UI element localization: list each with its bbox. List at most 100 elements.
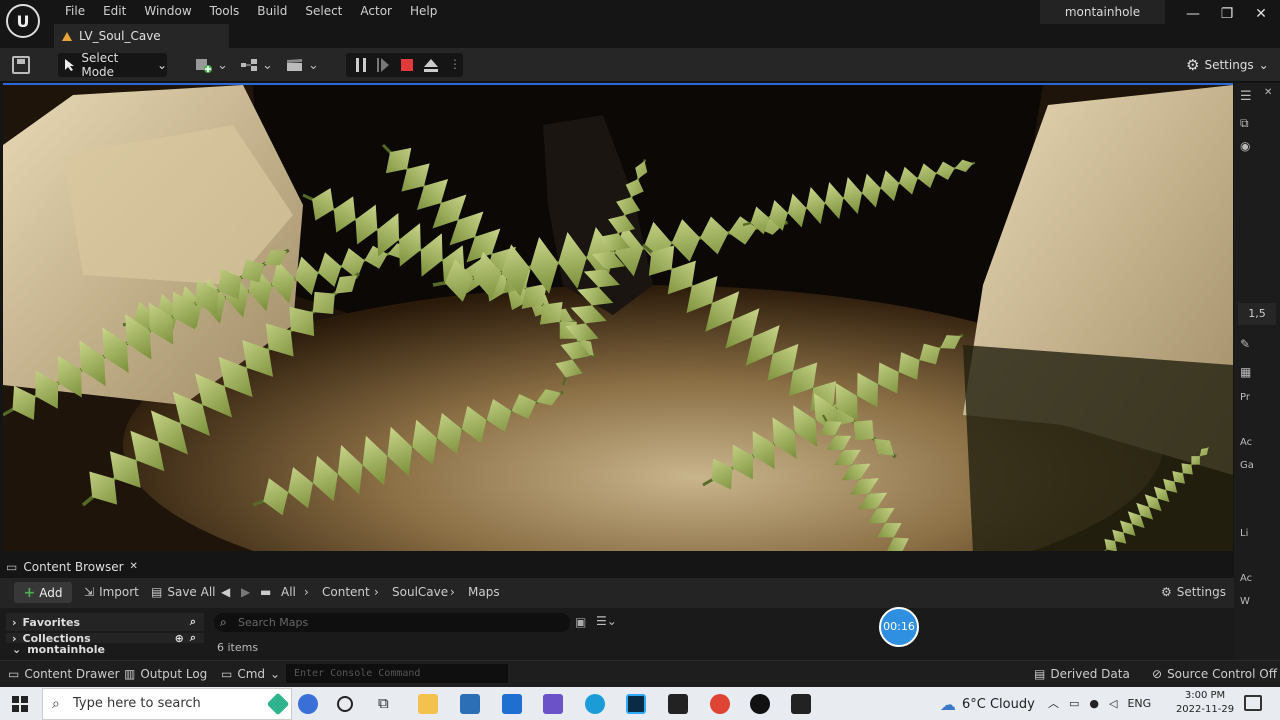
content-drawer-button[interactable]: ▭ Content Drawer [8,667,120,681]
console-command-input[interactable]: Enter Console Command [286,664,508,683]
project-folder-row[interactable]: ⌄ montainhole [6,643,204,656]
weather-widget[interactable]: ☁ 6°C Cloudy [940,695,1035,714]
menu-tools[interactable]: Tools [201,3,249,19]
section-label-pr[interactable]: Pr [1240,392,1250,403]
level-tab[interactable]: LV_Soul_Cave [54,24,229,48]
menu-window[interactable]: Window [135,3,200,19]
log-icon: ▥ [124,667,136,681]
minimize-button[interactable]: — [1178,4,1208,24]
source-control-button[interactable]: ⊘ Source Control Off [1152,667,1277,681]
taskbar-search-input[interactable]: Type here to search [42,688,292,720]
cmd-dropdown[interactable]: ▭ Cmd ⌄ [221,667,280,681]
chevron-right-icon: › [12,615,17,629]
search-maps-input[interactable]: Search Maps [214,613,570,632]
output-log-button[interactable]: ▥ Output Log [124,667,207,681]
save-icon[interactable] [12,56,30,74]
content-browser-tab[interactable]: ▭ Content Browser ✕ [6,555,138,578]
folder-icon: ▬ [260,585,272,599]
file-explorer-icon[interactable] [418,694,438,714]
list-icon[interactable]: ☰ [1240,89,1252,104]
step-icon[interactable] [376,57,390,73]
volume-icon[interactable]: ◁ [1109,697,1117,710]
cinematics-button[interactable]: ⌄ [286,56,326,74]
unreal-logo-icon[interactable]: U [6,4,40,38]
unreal-engine-icon[interactable] [750,694,770,714]
search-icon[interactable]: ⌕ [190,615,196,629]
section-label-ac[interactable]: Ac [1240,437,1252,448]
section-label-ga[interactable]: Ga [1240,460,1254,471]
menu-edit[interactable]: Edit [94,3,135,19]
maximize-button[interactable]: ❐ [1212,4,1242,24]
collections-section[interactable]: › Collections ⊕ ⌕ [6,631,204,645]
search-icon: ⌕ [52,696,60,712]
menu-help[interactable]: Help [401,3,446,19]
breadcrumb-content[interactable]: Content [322,585,370,599]
play-controls: ⋮ [346,53,463,77]
system-tray: ︿ ▭ ● ◁ ENG [1048,695,1151,711]
level-viewport[interactable] [3,83,1233,551]
notification-icon[interactable] [1244,695,1262,711]
close-icon[interactable]: ✕ [1264,87,1272,98]
cortana-icon[interactable] [337,696,353,712]
table-icon[interactable]: ▦ [1240,365,1251,379]
breadcrumb-soulcave[interactable]: SoulCave [392,585,448,599]
eject-icon[interactable] [423,57,439,73]
chevron-down-icon: ⌄ [262,57,273,73]
derived-data-button[interactable]: ▤ Derived Data [1034,667,1130,681]
mail-icon[interactable] [502,694,522,714]
language-indicator[interactable]: ENG [1127,697,1151,710]
section-label-ac2[interactable]: Ac [1240,573,1252,584]
brush-icon[interactable]: ✎ [1240,337,1250,351]
more-options-icon[interactable]: ⋮ [449,57,461,71]
outliner-details-panel: ☰ ✕ ⧉ ◉ 1,5 ✎ ▦ Pr Ac Ga Li Ac W [1234,83,1280,660]
epic-games-icon[interactable] [791,694,811,714]
gear-icon: ⚙ [1186,56,1200,74]
add-content-button[interactable]: ⌄ [195,56,235,74]
items-count: 6 items [217,641,259,654]
clock[interactable]: 3:00 PM 2022-11-29 [1170,689,1240,717]
toolbar-settings-button[interactable]: ⚙ Settings ⌄ [1186,56,1269,74]
windows-start-icon[interactable] [12,696,28,712]
network-icon[interactable]: ▭ [1069,697,1079,710]
favorites-section[interactable]: › Favorites ⌕ [6,613,204,631]
pause-icon[interactable] [354,57,368,73]
breadcrumb-all[interactable]: All [281,585,296,599]
back-icon[interactable]: ◀ [221,585,230,599]
weather-label: 6°C Cloudy [962,697,1035,712]
store-icon[interactable] [460,694,480,714]
forward-icon[interactable]: ▶ [241,585,250,599]
eye-icon[interactable]: ◉ [1240,139,1250,153]
app-icon-purple[interactable] [543,694,563,714]
menu-actor[interactable]: Actor [351,3,401,19]
photoshop-icon[interactable] [626,694,646,714]
task-view-icon[interactable]: ⧉ [378,694,389,712]
content-browser-settings-button[interactable]: ⚙ Settings [1161,585,1226,599]
filter-icon[interactable]: ☰⌄ [596,614,617,628]
select-mode-dropdown[interactable]: Select Mode ⌄ [58,51,167,79]
chrome-icon[interactable] [710,694,730,714]
close-button[interactable]: ✕ [1246,4,1276,24]
save-all-button[interactable]: ▤ Save All [151,585,216,599]
import-button[interactable]: ⇲ Import [84,585,139,599]
save-search-icon[interactable]: ▣ [575,615,586,629]
save-all-label: Save All [167,585,216,599]
menu-file[interactable]: File [56,3,94,19]
breadcrumb-maps[interactable]: Maps [468,585,500,599]
microphone-icon[interactable]: ● [1089,697,1099,710]
app-icon-globe[interactable] [298,694,318,714]
breadcrumb-separator-icon: › [304,585,309,599]
menu-build[interactable]: Build [248,3,296,19]
app-icon-dark[interactable] [668,694,688,714]
close-icon[interactable]: ✕ [130,561,138,572]
section-label-li[interactable]: Li [1240,528,1248,539]
add-button[interactable]: + Add [14,582,72,603]
section-label-w[interactable]: W [1240,596,1250,607]
chevron-up-icon[interactable]: ︿ [1048,695,1059,711]
menu-select[interactable]: Select [296,3,351,19]
edge-icon[interactable] [585,694,605,714]
cmd-label: Cmd [237,667,266,681]
add-actor-icon[interactable]: ⧉ [1240,116,1249,131]
stop-icon[interactable] [400,57,414,73]
import-icon: ⇲ [84,585,95,599]
blueprint-button[interactable]: ⌄ [240,56,280,74]
